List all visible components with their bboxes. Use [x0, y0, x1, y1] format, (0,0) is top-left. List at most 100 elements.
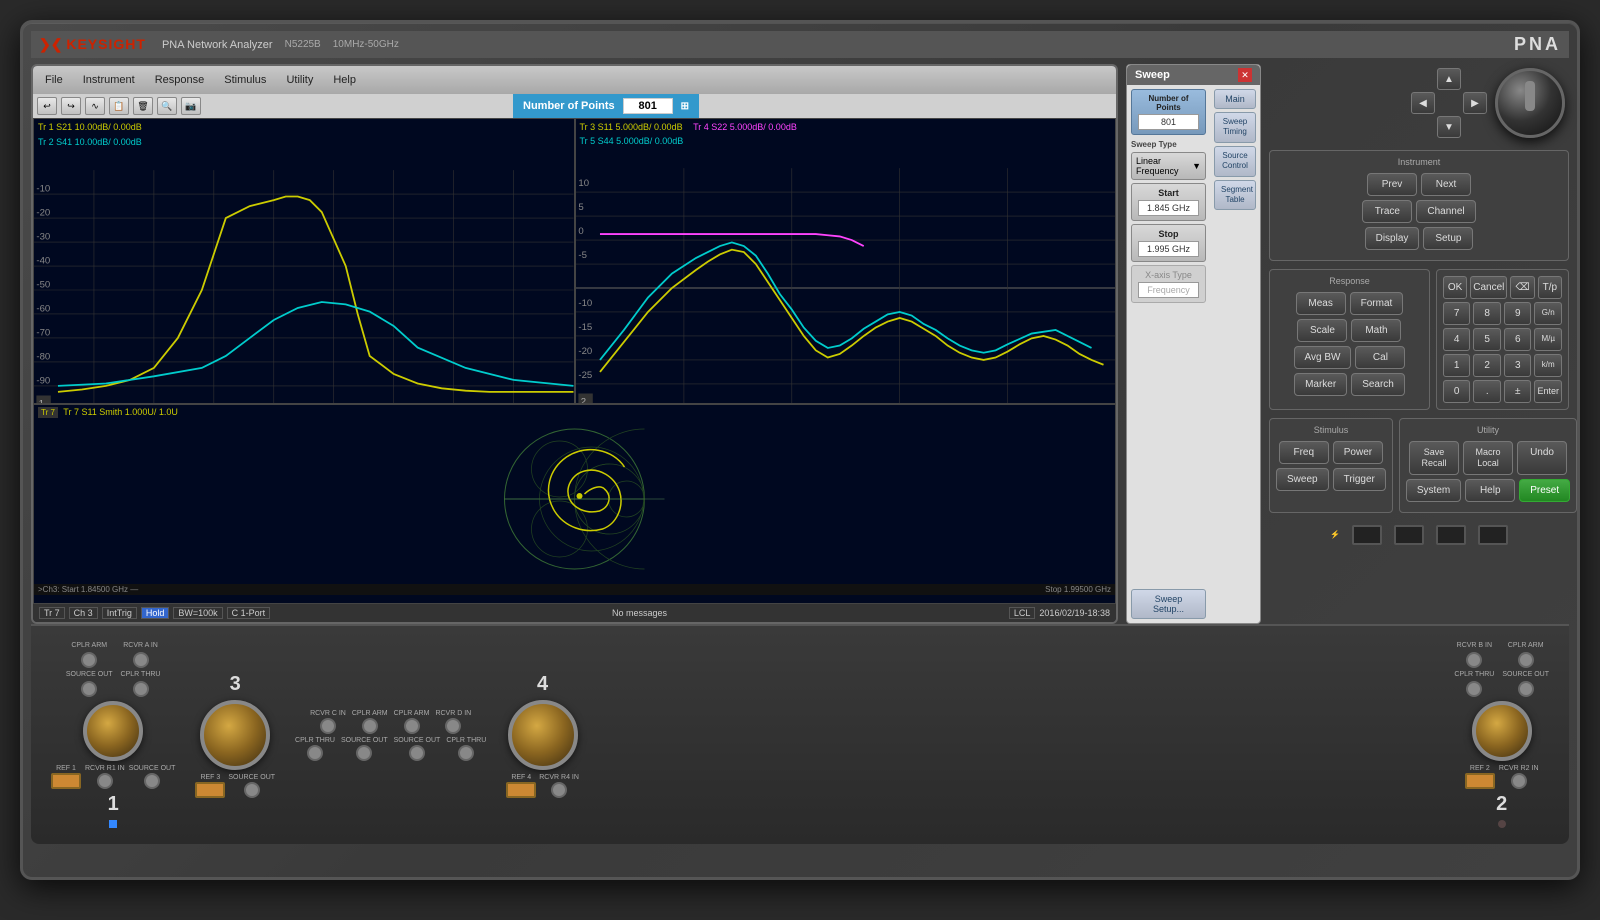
cplr-thru-d-conn[interactable]: [458, 745, 474, 761]
key-4[interactable]: 4: [1443, 328, 1471, 351]
sweep-timing-button[interactable]: SweepTiming: [1214, 112, 1256, 143]
key-2[interactable]: 2: [1473, 354, 1501, 377]
source-out-c-conn[interactable]: [356, 745, 372, 761]
toolbar-zoom[interactable]: 🔍: [157, 97, 177, 115]
toolbar-redo[interactable]: ↪: [61, 97, 81, 115]
cplr-arm-c-conn[interactable]: [362, 718, 378, 734]
nav-up-arrow[interactable]: ▲: [1437, 68, 1461, 90]
rcvr-r4-conn[interactable]: [551, 782, 567, 798]
key-backspace[interactable]: ⌫: [1510, 276, 1534, 299]
toolbar-camera[interactable]: 📷: [181, 97, 201, 115]
ref1-connector[interactable]: [51, 773, 81, 789]
sweep-setup-button[interactable]: Sweep Setup...: [1131, 589, 1206, 619]
sweep-source-button[interactable]: SourceControl: [1214, 146, 1256, 177]
cplr-arm-d-conn[interactable]: [404, 718, 420, 734]
format-button[interactable]: Format: [1350, 292, 1404, 315]
nav-right-arrow[interactable]: ▶: [1463, 92, 1487, 114]
key-plusminus[interactable]: ±: [1504, 380, 1532, 403]
source-out-2-conn[interactable]: [1518, 681, 1534, 697]
toolbar-copy[interactable]: 📋: [109, 97, 129, 115]
system-button[interactable]: System: [1406, 479, 1461, 502]
source-out-1b-conn[interactable]: [144, 773, 160, 789]
source-out-3-conn[interactable]: [244, 782, 260, 798]
macro-local-button[interactable]: MacroLocal: [1463, 441, 1513, 475]
sweep-nop-value[interactable]: 801: [1138, 114, 1199, 130]
display-button[interactable]: Display: [1365, 227, 1420, 250]
key-6[interactable]: 6: [1504, 328, 1532, 351]
sweep-type-dropdown[interactable]: Linear Frequency ▼: [1131, 152, 1206, 180]
preset-button[interactable]: Preset: [1519, 479, 1570, 502]
sweep-nop-button[interactable]: Number of Points 801: [1131, 89, 1206, 135]
key-enter[interactable]: Enter: [1534, 380, 1562, 403]
trigger-button[interactable]: Trigger: [1333, 468, 1386, 491]
avgbw-button[interactable]: Avg BW: [1294, 346, 1352, 369]
sweep-close-button[interactable]: ✕: [1238, 68, 1252, 82]
menu-help[interactable]: Help: [329, 72, 360, 88]
rcvr-c-conn[interactable]: [320, 718, 336, 734]
sweep-start-value[interactable]: 1.845 GHz: [1138, 200, 1199, 216]
save-recall-button[interactable]: SaveRecall: [1409, 441, 1459, 475]
nav-down-arrow[interactable]: ▼: [1437, 116, 1461, 138]
sweep-main-button[interactable]: Main: [1214, 89, 1256, 109]
toolbar-undo[interactable]: ↩: [37, 97, 57, 115]
usb-port-1[interactable]: [1352, 525, 1382, 545]
math-button[interactable]: Math: [1351, 319, 1401, 342]
key-tp[interactable]: T/p: [1538, 276, 1562, 299]
key-3[interactable]: 3: [1504, 354, 1532, 377]
key-mu[interactable]: M/µ: [1534, 328, 1562, 351]
cplr-thru-2-conn[interactable]: [1466, 681, 1482, 697]
sweep-stop-value[interactable]: 1.995 GHz: [1138, 241, 1199, 257]
key-7[interactable]: 7: [1443, 302, 1471, 325]
rcvr-r2-conn[interactable]: [1511, 773, 1527, 789]
prev-button[interactable]: Prev: [1367, 173, 1417, 196]
nav-left-arrow[interactable]: ◀: [1411, 92, 1435, 114]
sweep-button[interactable]: Sweep: [1276, 468, 1329, 491]
main-knob[interactable]: [1495, 68, 1565, 138]
cplr-thru-c-conn[interactable]: [307, 745, 323, 761]
key-ok[interactable]: OK: [1443, 276, 1467, 299]
mini-conn-cplr-thru-1[interactable]: [133, 681, 149, 697]
key-cancel[interactable]: Cancel: [1470, 276, 1507, 299]
setup-button[interactable]: Setup: [1423, 227, 1473, 250]
menu-instrument[interactable]: Instrument: [79, 72, 139, 88]
key-km[interactable]: k/m: [1534, 354, 1562, 377]
nop-grid-icon[interactable]: ⊞: [681, 101, 689, 112]
rf-port-4-connector[interactable]: [508, 700, 578, 770]
rf-port-3-connector[interactable]: [200, 700, 270, 770]
usb-port-4[interactable]: [1478, 525, 1508, 545]
search-button[interactable]: Search: [1351, 373, 1405, 396]
mini-conn-cplr-arm-1[interactable]: [81, 652, 97, 668]
help-button[interactable]: Help: [1465, 479, 1515, 502]
ref4-connector[interactable]: [506, 782, 536, 798]
channel-button[interactable]: Channel: [1416, 200, 1475, 223]
rcvr-d-conn[interactable]: [445, 718, 461, 734]
key-dot[interactable]: .: [1473, 380, 1501, 403]
trace-button[interactable]: Trace: [1362, 200, 1412, 223]
scale-button[interactable]: Scale: [1297, 319, 1347, 342]
source-out-d-conn[interactable]: [409, 745, 425, 761]
key-8[interactable]: 8: [1473, 302, 1501, 325]
ref2-connector[interactable]: [1465, 773, 1495, 789]
next-button[interactable]: Next: [1421, 173, 1471, 196]
menu-file[interactable]: File: [41, 72, 67, 88]
power-button[interactable]: Power: [1333, 441, 1383, 464]
marker-button[interactable]: Marker: [1294, 373, 1347, 396]
toolbar-delete[interactable]: 🗑: [133, 97, 153, 115]
meas-button[interactable]: Meas: [1296, 292, 1346, 315]
undo-button[interactable]: Undo: [1517, 441, 1567, 475]
menu-stimulus[interactable]: Stimulus: [220, 72, 270, 88]
menu-utility[interactable]: Utility: [282, 72, 317, 88]
rf-port-1-connector[interactable]: [83, 701, 143, 761]
ref3-connector[interactable]: [195, 782, 225, 798]
key-1[interactable]: 1: [1443, 354, 1471, 377]
nop-input[interactable]: [623, 98, 673, 114]
usb-port-2[interactable]: [1394, 525, 1424, 545]
key-gn[interactable]: G/n: [1534, 302, 1562, 325]
sweep-stop-button[interactable]: Stop 1.995 GHz: [1131, 224, 1206, 262]
sweep-start-button[interactable]: Start 1.845 GHz: [1131, 183, 1206, 221]
toolbar-wave[interactable]: ∿: [85, 97, 105, 115]
cplr-arm-2-conn[interactable]: [1518, 652, 1534, 668]
mini-conn-source-out-1[interactable]: [81, 681, 97, 697]
usb-port-3[interactable]: [1436, 525, 1466, 545]
rcvr-r1-conn[interactable]: [97, 773, 113, 789]
